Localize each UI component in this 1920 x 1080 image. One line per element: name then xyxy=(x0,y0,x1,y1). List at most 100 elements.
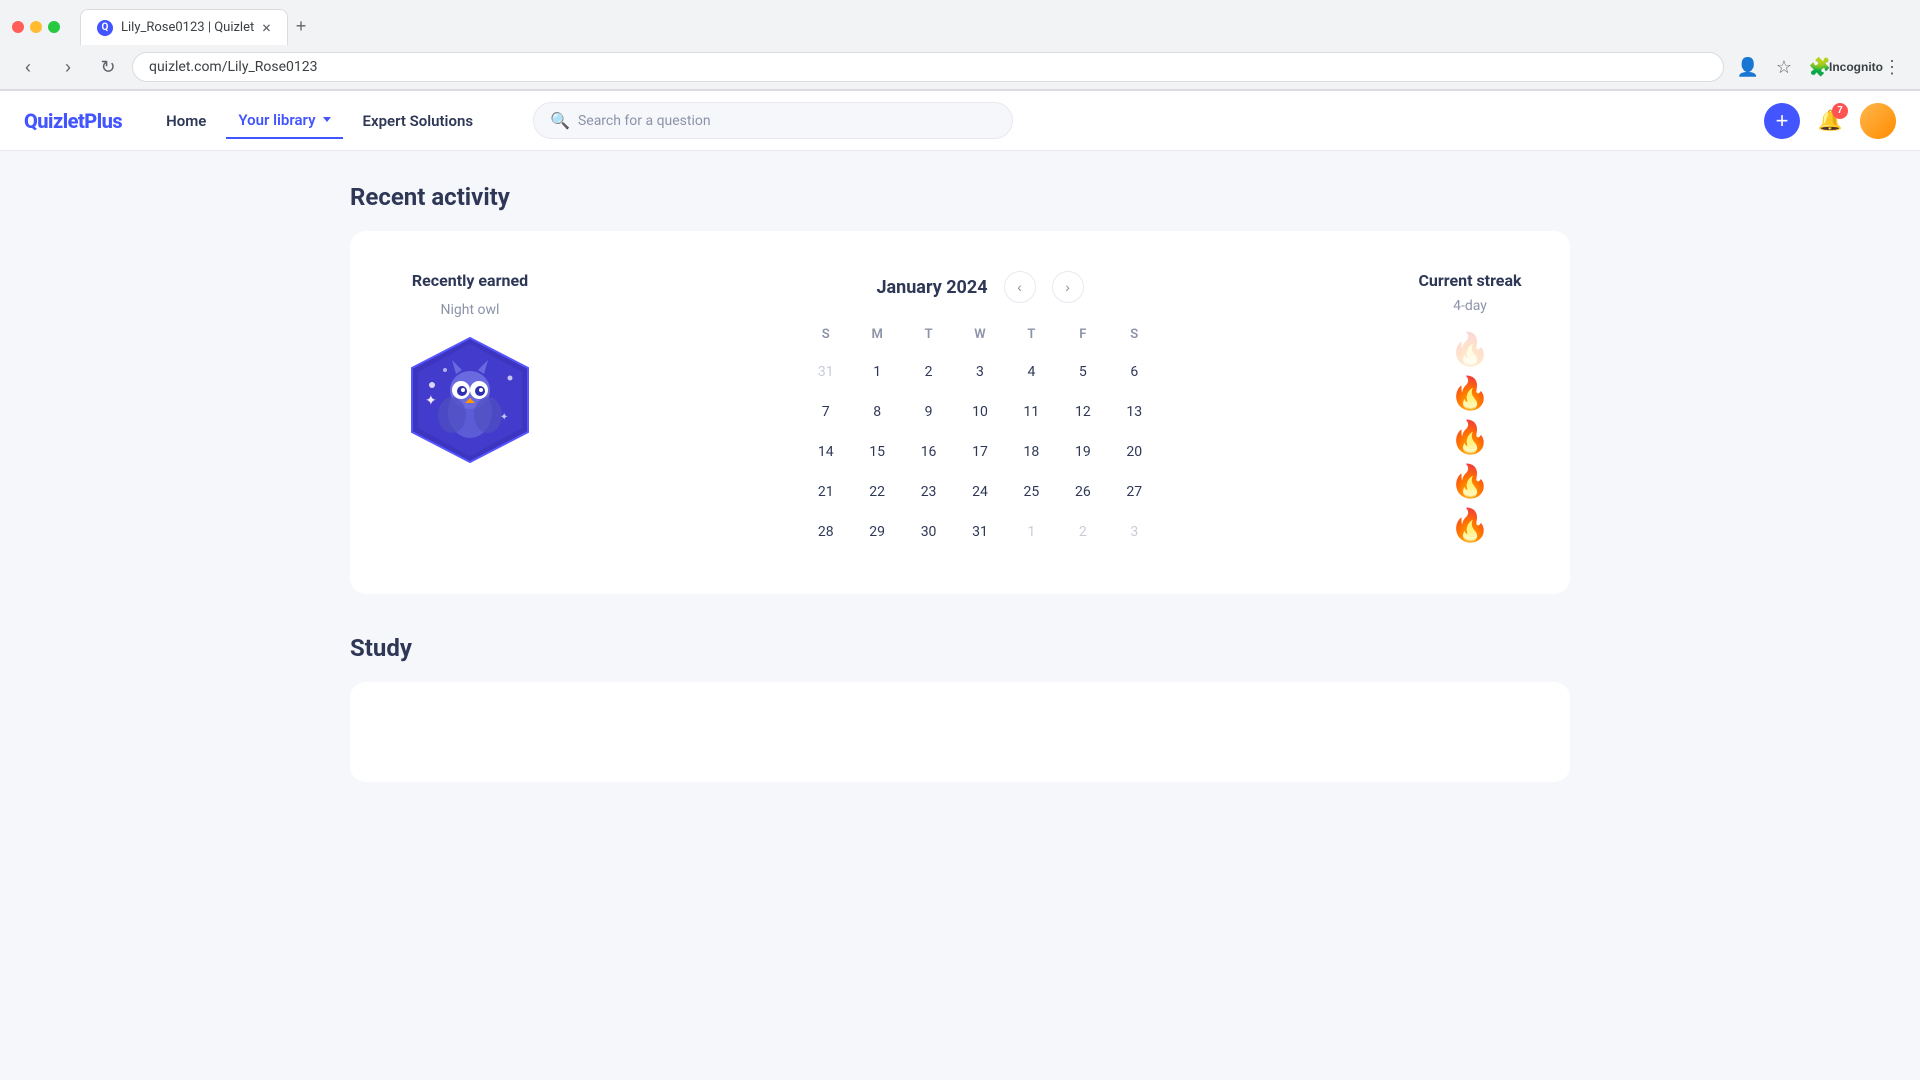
cal-date[interactable]: 6 xyxy=(1116,354,1152,390)
cal-date[interactable]: 31 xyxy=(962,514,998,550)
cal-date[interactable]: 9 xyxy=(911,394,947,430)
cal-date[interactable]: 10 xyxy=(962,394,998,430)
calendar-next-button[interactable]: › xyxy=(1052,271,1084,303)
flame-4: 🔥 xyxy=(1450,506,1490,544)
add-button[interactable]: + xyxy=(1764,103,1800,139)
calendar-week-3: 14 15 16 17 18 19 20 xyxy=(800,434,1160,470)
profile-icon-button[interactable]: 👤 xyxy=(1732,51,1764,83)
reload-button[interactable]: ↻ xyxy=(92,51,124,83)
cal-date[interactable]: 31 xyxy=(808,354,844,390)
cal-date[interactable]: 13 xyxy=(1116,394,1152,430)
cal-date[interactable]: 1 xyxy=(1013,514,1049,550)
nav-actions: + 🔔 7 xyxy=(1764,103,1896,139)
cal-date[interactable]: 21 xyxy=(808,474,844,510)
cal-date[interactable]: 28 xyxy=(808,514,844,550)
flame-empty: 🔥 xyxy=(1450,330,1490,368)
notification-badge: 7 xyxy=(1832,103,1848,119)
owl-badge-svg: ✦ ✦ xyxy=(400,330,540,470)
cal-date[interactable]: 14 xyxy=(808,434,844,470)
search-bar[interactable]: 🔍 Search for a question xyxy=(533,102,1013,139)
day-label-fri: F xyxy=(1057,323,1108,346)
new-tab-button[interactable]: + xyxy=(288,8,315,45)
search-placeholder: Search for a question xyxy=(578,113,711,129)
nav-library[interactable]: Your library xyxy=(226,103,342,139)
forward-button[interactable]: › xyxy=(52,51,84,83)
flame-1: 🔥 xyxy=(1450,374,1490,412)
cal-date[interactable]: 17 xyxy=(962,434,998,470)
cal-date[interactable]: 19 xyxy=(1065,434,1101,470)
cal-date[interactable]: 30 xyxy=(911,514,947,550)
cal-date[interactable]: 2 xyxy=(1065,514,1101,550)
cal-date[interactable]: 16 xyxy=(911,434,947,470)
owl-badge: ✦ ✦ xyxy=(400,330,540,470)
cal-date[interactable]: 26 xyxy=(1065,474,1101,510)
browser-toolbar: ‹ › ↻ quizlet.com/Lily_Rose0123 👤 ☆ 🧩 In… xyxy=(0,45,1920,90)
cal-date[interactable]: 4 xyxy=(1013,354,1049,390)
badge-name: Night owl xyxy=(441,302,500,318)
notifications-button[interactable]: 🔔 7 xyxy=(1812,103,1848,139)
cal-date[interactable]: 2 xyxy=(911,354,947,390)
tab-favicon: Q xyxy=(97,20,113,36)
logo-text: QuizletPlus xyxy=(24,109,122,133)
calendar-week-1: 31 1 2 3 4 5 6 xyxy=(800,354,1160,390)
nav-links: Home Your library Expert Solutions xyxy=(154,103,485,139)
study-section-title: Study xyxy=(350,634,1570,662)
search-icon: 🔍 xyxy=(550,111,570,130)
search-container: 🔍 Search for a question xyxy=(533,102,1013,139)
menu-button[interactable]: ⋮ xyxy=(1876,51,1908,83)
cal-date[interactable]: 25 xyxy=(1013,474,1049,510)
back-button[interactable]: ‹ xyxy=(12,51,44,83)
cal-date[interactable]: 1 xyxy=(859,354,895,390)
cal-date[interactable]: 18 xyxy=(1013,434,1049,470)
tab-bar: Q Lily_Rose0123 | Quizlet × + xyxy=(68,8,326,45)
cal-date[interactable]: 12 xyxy=(1065,394,1101,430)
tab-close-button[interactable]: × xyxy=(262,18,271,37)
study-section: Study xyxy=(350,634,1570,782)
quizlet-logo[interactable]: QuizletPlus xyxy=(24,109,122,133)
cal-date[interactable]: 20 xyxy=(1116,434,1152,470)
study-card xyxy=(350,682,1570,782)
cal-date[interactable]: 22 xyxy=(859,474,895,510)
day-label-sun: S xyxy=(800,323,851,346)
cal-date[interactable]: 3 xyxy=(1116,514,1152,550)
calendar-header: January 2024 ‹ › xyxy=(876,271,1083,303)
calendar-week-4: 21 22 23 24 25 26 27 xyxy=(800,474,1160,510)
flame-3: 🔥 xyxy=(1450,462,1490,500)
nav-solutions[interactable]: Expert Solutions xyxy=(351,104,486,138)
browser-titlebar: Q Lily_Rose0123 | Quizlet × + xyxy=(0,0,1920,45)
cal-date[interactable]: 5 xyxy=(1065,354,1101,390)
incognito-label[interactable]: Incognito xyxy=(1840,51,1872,83)
tab-title: Lily_Rose0123 | Quizlet xyxy=(121,20,254,35)
cal-date[interactable]: 23 xyxy=(911,474,947,510)
minimize-window-button[interactable] xyxy=(30,21,42,33)
window-controls xyxy=(12,21,60,33)
calendar-week-5: 28 29 30 31 1 2 3 xyxy=(800,514,1160,550)
calendar-month: January 2024 xyxy=(876,277,987,298)
cal-date[interactable]: 27 xyxy=(1116,474,1152,510)
avatar-image xyxy=(1860,103,1896,139)
cal-date[interactable]: 3 xyxy=(962,354,998,390)
cal-date[interactable]: 24 xyxy=(962,474,998,510)
url-text: quizlet.com/Lily_Rose0123 xyxy=(149,59,1707,75)
user-avatar[interactable] xyxy=(1860,103,1896,139)
cal-date[interactable]: 11 xyxy=(1013,394,1049,430)
bookmark-button[interactable]: ☆ xyxy=(1768,51,1800,83)
maximize-window-button[interactable] xyxy=(48,21,60,33)
address-bar[interactable]: quizlet.com/Lily_Rose0123 xyxy=(132,52,1724,82)
toolbar-icons: 👤 ☆ 🧩 Incognito ⋮ xyxy=(1732,51,1908,83)
cal-date[interactable]: 29 xyxy=(859,514,895,550)
streak-flames: 🔥 🔥 🔥 🔥 🔥 xyxy=(1450,330,1490,544)
cal-date[interactable]: 7 xyxy=(808,394,844,430)
cal-date[interactable]: 8 xyxy=(859,394,895,430)
day-label-thu: T xyxy=(1006,323,1057,346)
close-window-button[interactable] xyxy=(12,21,24,33)
calendar-prev-button[interactable]: ‹ xyxy=(1004,271,1036,303)
nav-home[interactable]: Home xyxy=(154,104,218,138)
calendar-week-2: 7 8 9 10 11 12 13 xyxy=(800,394,1160,430)
cal-date[interactable]: 15 xyxy=(859,434,895,470)
svg-text:✦: ✦ xyxy=(500,412,508,423)
activity-card: Recently earned Night owl xyxy=(350,231,1570,594)
active-tab[interactable]: Q Lily_Rose0123 | Quizlet × xyxy=(80,9,288,45)
day-label-mon: M xyxy=(851,323,902,346)
streak-section: Current streak 4-day 🔥 🔥 🔥 🔥 🔥 xyxy=(1410,271,1530,544)
